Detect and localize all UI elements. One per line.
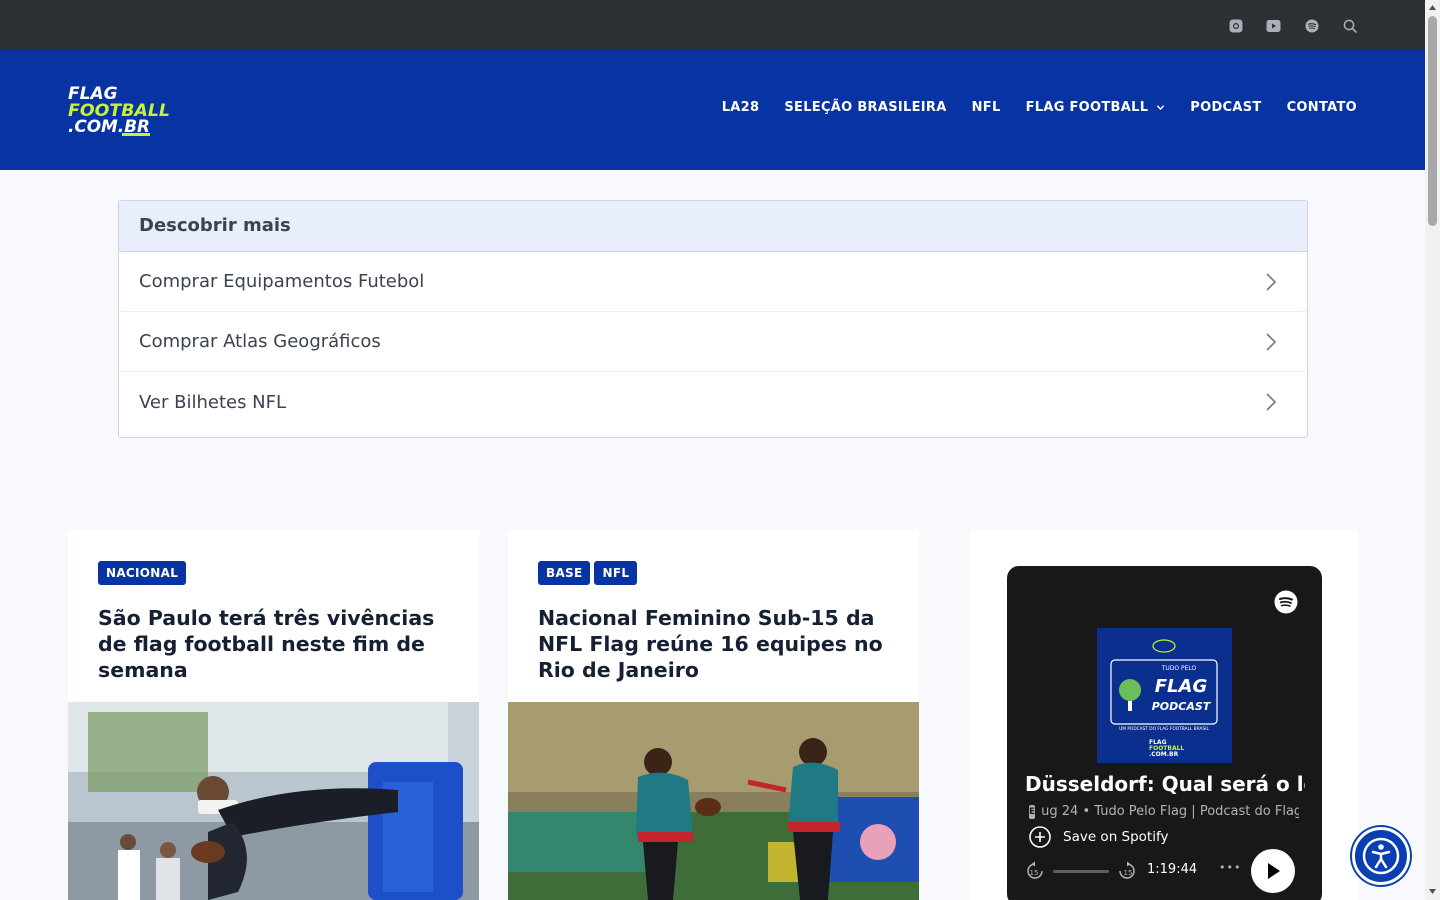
nav-label: PODCAST (1190, 100, 1262, 115)
episode-title[interactable]: Düsseldorf: Qual será o leg (1025, 772, 1305, 796)
sidebar-widget: TUDO PELO FLAG PODCAST UM PODCAST DO FLA… (970, 530, 1358, 900)
more-options-button[interactable]: ••• (1219, 861, 1241, 874)
tag-nfl[interactable]: NFL (594, 561, 638, 585)
cover-logo-line3: .COM.BR (1149, 751, 1179, 758)
post-card: BASE NFL Nacional Feminino Sub-15 da NFL… (508, 530, 919, 900)
post-image[interactable] (508, 702, 919, 900)
cover-sub-text: UM PODCAST DO FLAG FOOTBALL BRASIL (1119, 726, 1209, 732)
discover-item-label: Ver Bilhetes NFL (139, 391, 287, 413)
post-card: NACIONAL São Paulo terá três vivências d… (68, 530, 479, 900)
nav-item-selecao-brasileira[interactable]: SELEÇÃO BRASILEIRA (784, 100, 946, 115)
save-on-spotify-button[interactable]: Save on Spotify (1029, 826, 1168, 848)
cover-small-text: TUDO PELO (1161, 665, 1197, 672)
nav-label: CONTATO (1286, 100, 1357, 115)
chevron-right-icon (1266, 393, 1277, 411)
cover-big-text-2: PODCAST (1152, 700, 1212, 713)
top-bar (0, 0, 1425, 50)
search-icon[interactable] (1340, 16, 1359, 35)
scrollbar-thumb[interactable] (1428, 16, 1437, 226)
nav-label: SELEÇÃO BRASILEIRA (784, 100, 947, 115)
add-circle-icon (1029, 826, 1051, 848)
save-label: Save on Spotify (1063, 829, 1169, 845)
episode-meta: E ug 24 • Tudo Pelo Flag | Podcast do Fl… (1029, 804, 1299, 819)
accessibility-button[interactable] (1352, 827, 1410, 885)
spotify-logo-icon[interactable] (1274, 590, 1298, 614)
nav-item-flag-football[interactable]: FLAG FOOTBALL (1026, 100, 1166, 115)
page-scrollbar[interactable] (1425, 0, 1440, 900)
scroll-up-arrow-icon[interactable] (1428, 3, 1437, 12)
tag-base[interactable]: BASE (538, 561, 591, 585)
spotify-icon[interactable] (1302, 16, 1321, 35)
discover-item-label: Comprar Atlas Geográficos (139, 331, 381, 352)
chevron-down-icon (1157, 105, 1165, 111)
discover-heading: Descobrir mais (119, 201, 1307, 252)
post-title[interactable]: Nacional Feminino Sub-15 da NFL Flag reú… (538, 605, 898, 683)
youtube-icon[interactable] (1264, 16, 1283, 35)
post-tags: NACIONAL (98, 561, 187, 585)
tag-nacional[interactable]: NACIONAL (98, 561, 187, 585)
forward-15-icon[interactable]: 15 (1117, 861, 1137, 881)
play-button[interactable] (1251, 849, 1295, 893)
nav-label: LA28 (721, 100, 760, 115)
explicit-badge: E (1029, 804, 1036, 819)
nav-label: FLAG FOOTBALL (1025, 100, 1149, 115)
episode-meta-text: ug 24 • Tudo Pelo Flag | Podcast do Flag (1041, 804, 1299, 819)
post-title[interactable]: São Paulo terá três vivências de flag fo… (98, 605, 458, 683)
social-icons (1226, 16, 1359, 35)
discover-more-box: Descobrir mais Comprar Equipamentos Fute… (118, 200, 1308, 438)
scroll-down-arrow-icon[interactable] (1428, 887, 1437, 896)
chevron-right-icon (1266, 272, 1277, 291)
episode-duration: 1:19:44 (1147, 862, 1198, 877)
rewind-label: 15 (1030, 869, 1039, 877)
nav-item-nfl[interactable]: NFL (972, 100, 1001, 115)
nav-item-contato[interactable]: CONTATO (1287, 100, 1357, 115)
nav-item-la28[interactable]: LA28 (722, 100, 760, 115)
nav-label: NFL (971, 100, 1001, 115)
discover-item[interactable]: Comprar Equipamentos Futebol (119, 252, 1307, 312)
rewind-15-icon[interactable]: 15 (1025, 861, 1045, 881)
podcast-cover-image[interactable]: TUDO PELO FLAG PODCAST UM PODCAST DO FLA… (1097, 628, 1232, 763)
post-image[interactable] (68, 702, 479, 900)
post-tags: BASE NFL (538, 561, 638, 585)
discover-item-label: Comprar Equipamentos Futebol (139, 271, 425, 292)
instagram-icon[interactable] (1226, 16, 1245, 35)
discover-item[interactable]: Comprar Atlas Geográficos (119, 312, 1307, 372)
chevron-right-icon (1266, 332, 1277, 351)
site-logo[interactable]: FLAG FOOTBALL .COM.BR (67, 83, 171, 137)
site-header: FLAG FOOTBALL .COM.BR LA28 SELEÇÃO BRASI… (0, 50, 1425, 170)
nav-item-podcast[interactable]: PODCAST (1190, 100, 1261, 115)
discover-item[interactable]: Ver Bilhetes NFL (119, 372, 1307, 432)
play-icon (1268, 863, 1280, 879)
main-nav: LA28 SELEÇÃO BRASILEIRA NFL FLAG FOOTBAL… (722, 100, 1357, 115)
player-controls: 15 15 1:19:44 ••• (1025, 849, 1305, 893)
progress-bar[interactable] (1053, 870, 1109, 873)
forward-label: 15 (1124, 869, 1133, 877)
spotify-embed: TUDO PELO FLAG PODCAST UM PODCAST DO FLA… (1007, 566, 1322, 900)
cover-big-text-1: FLAG (1155, 676, 1207, 697)
accessibility-icon (1362, 837, 1400, 875)
